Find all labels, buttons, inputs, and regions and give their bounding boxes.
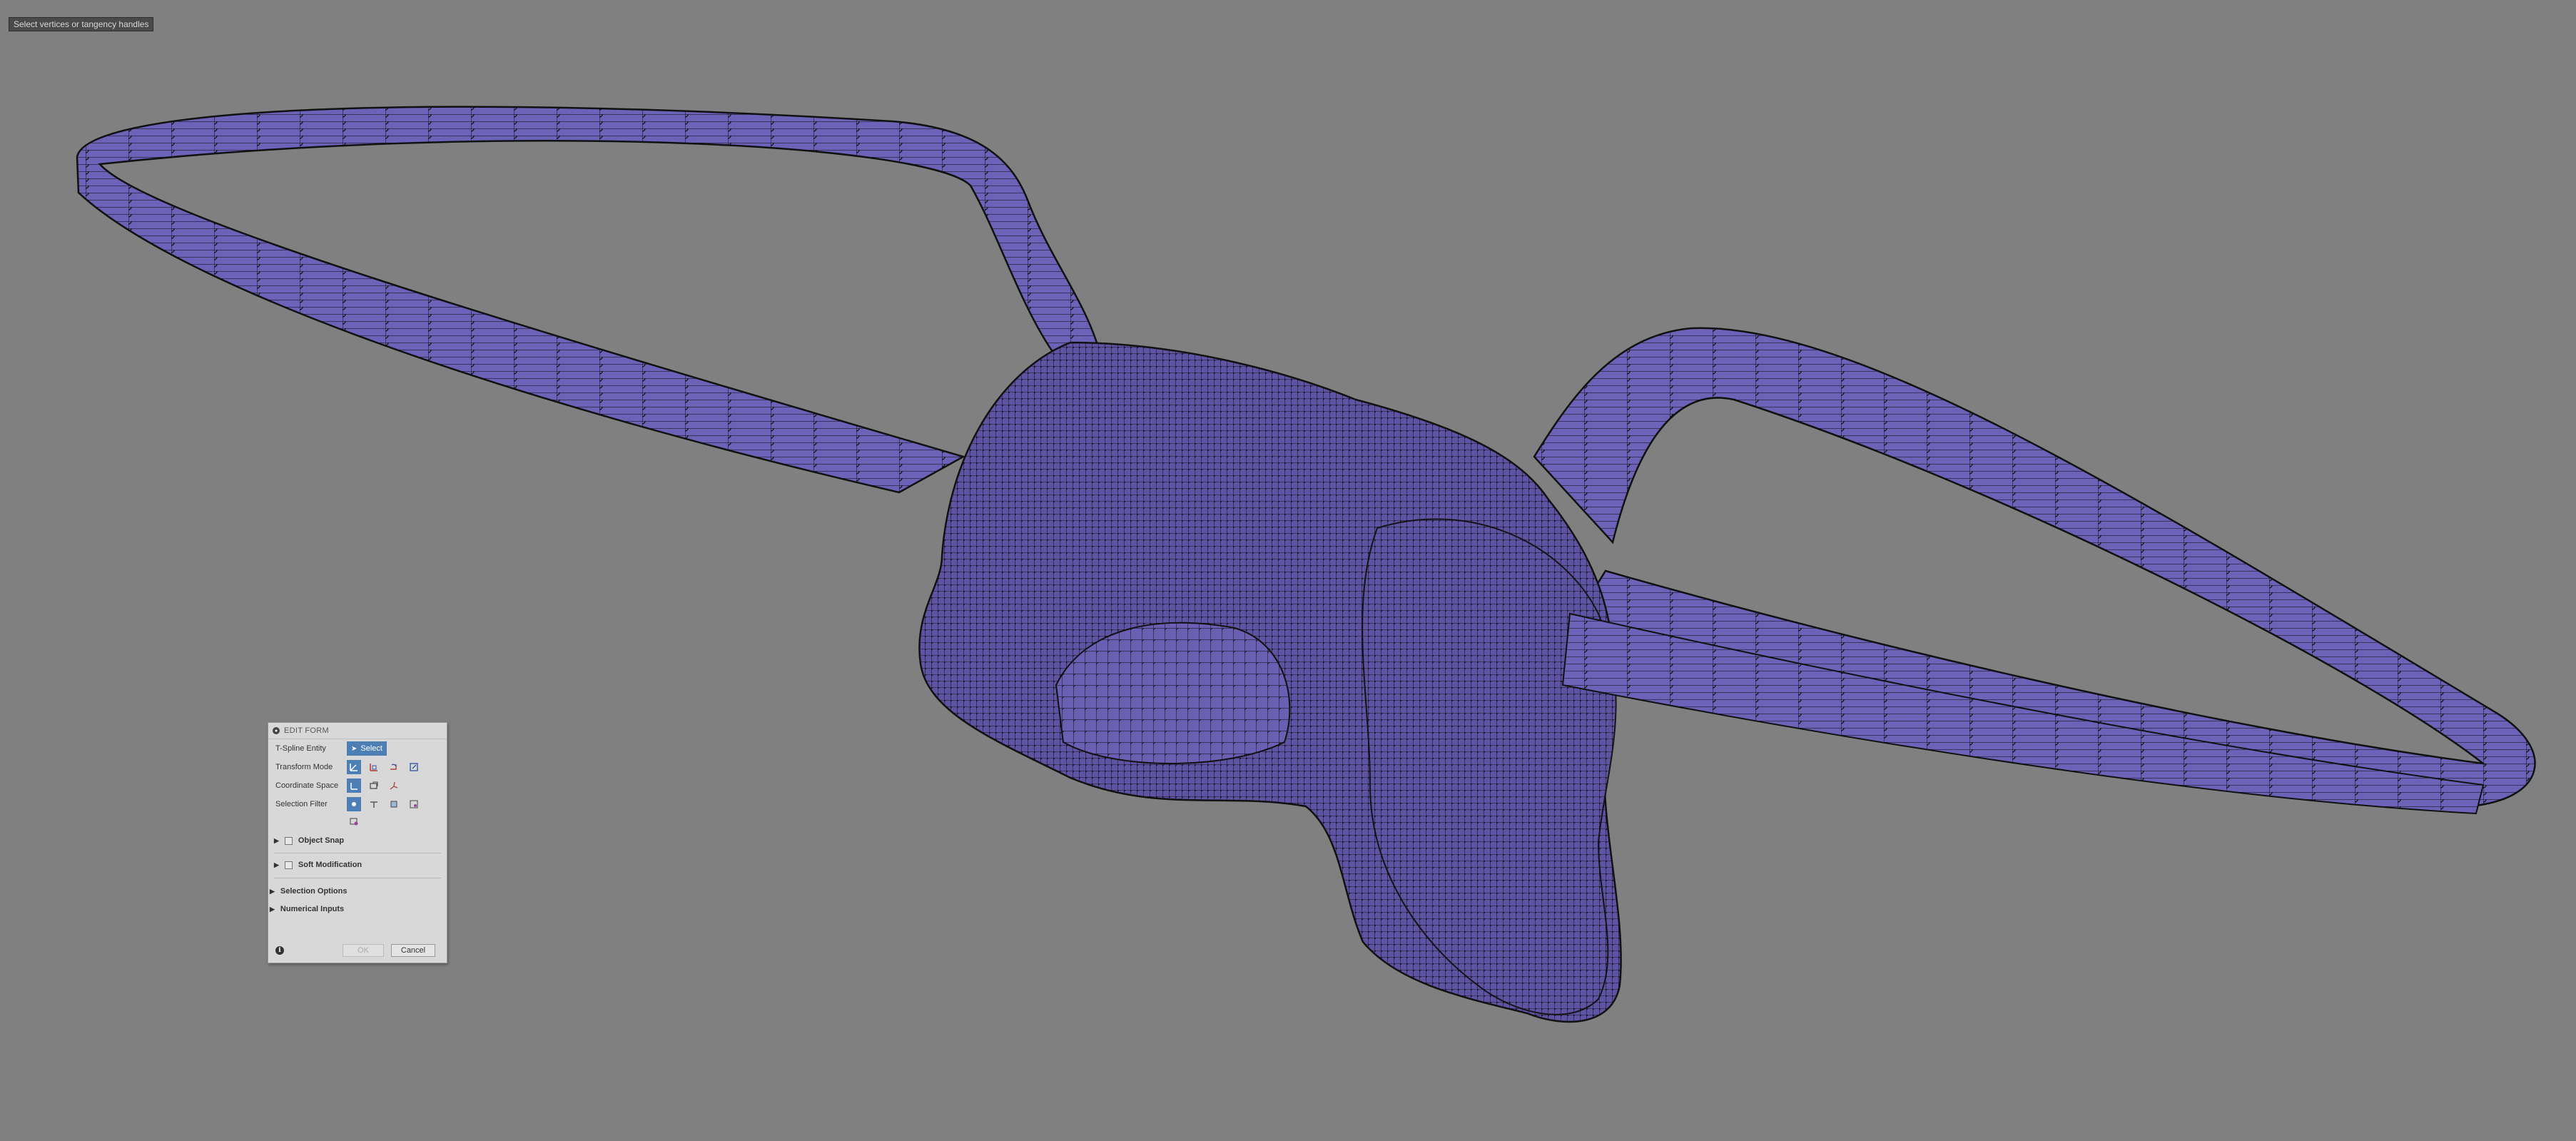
- transform-mode-label: Transform Mode: [275, 763, 333, 771]
- select-button-label: Select: [360, 744, 382, 753]
- soft-modification-section[interactable]: ▶ Soft Modification: [274, 858, 362, 871]
- expand-triangle-icon[interactable]: ▶: [274, 837, 279, 845]
- selection-options-section[interactable]: ▶ Selection Options: [270, 885, 347, 898]
- select-button[interactable]: ➤ Select: [347, 741, 387, 756]
- coordinate-space-label: Coordinate Space: [275, 781, 339, 790]
- edit-form-panel[interactable]: ● EDIT FORM T-Spline Entity ➤ Select Tra…: [268, 722, 447, 963]
- selection-filter-extra-row: [347, 814, 367, 828]
- numerical-inputs-section[interactable]: ▶ Numerical Inputs: [270, 903, 344, 916]
- selection-filter-label: Selection Filter: [275, 800, 328, 808]
- upper-left-loop[interactable]: [76, 106, 1100, 494]
- cancel-button[interactable]: Cancel: [391, 944, 435, 957]
- object-filter-icon[interactable]: [347, 814, 361, 828]
- tspline-entity-row: T-Spline Entity ➤ Select: [275, 741, 387, 756]
- translate-icon[interactable]: [367, 760, 381, 774]
- object-snap-section[interactable]: ▶ Object Snap: [274, 834, 344, 847]
- soft-modification-checkbox[interactable]: [284, 861, 293, 869]
- body-filter-icon[interactable]: [407, 797, 421, 811]
- 3d-viewport[interactable]: [0, 0, 2576, 1141]
- object-snap-checkbox[interactable]: [284, 836, 293, 845]
- face-filter-icon[interactable]: [387, 797, 401, 811]
- object-snap-label: Object Snap: [298, 836, 345, 845]
- panel-title: EDIT FORM: [284, 726, 329, 735]
- soft-modification-label: Soft Modification: [298, 861, 362, 869]
- select-arrow-icon: ➤: [351, 744, 358, 753]
- vertex-filter-icon[interactable]: [347, 797, 361, 811]
- rotate-icon[interactable]: [387, 760, 401, 774]
- view-space-icon[interactable]: [367, 779, 381, 793]
- tspline-entity-label: T-Spline Entity: [275, 744, 326, 753]
- transform-mode-row: Transform Mode: [275, 760, 427, 774]
- status-tooltip: Select vertices or tangency handles: [9, 17, 154, 31]
- numerical-inputs-label: Numerical Inputs: [280, 905, 345, 913]
- selection-filter-row: Selection Filter: [275, 797, 427, 811]
- expand-triangle-icon[interactable]: ▶: [270, 888, 275, 896]
- selection-options-label: Selection Options: [280, 887, 348, 896]
- coordinate-space-row: Coordinate Space: [275, 779, 407, 793]
- collapse-icon[interactable]: ●: [273, 727, 280, 734]
- expand-triangle-icon[interactable]: ▶: [274, 861, 279, 869]
- world-space-icon[interactable]: [347, 779, 361, 793]
- scale-icon[interactable]: [407, 760, 421, 774]
- local-space-icon[interactable]: [387, 779, 401, 793]
- info-icon[interactable]: i: [275, 946, 284, 955]
- expand-triangle-icon[interactable]: ▶: [270, 906, 275, 913]
- multi-transform-icon[interactable]: [347, 760, 361, 774]
- ok-button[interactable]: OK: [343, 944, 384, 957]
- edge-filter-icon[interactable]: [367, 797, 381, 811]
- panel-header[interactable]: ● EDIT FORM: [268, 723, 447, 739]
